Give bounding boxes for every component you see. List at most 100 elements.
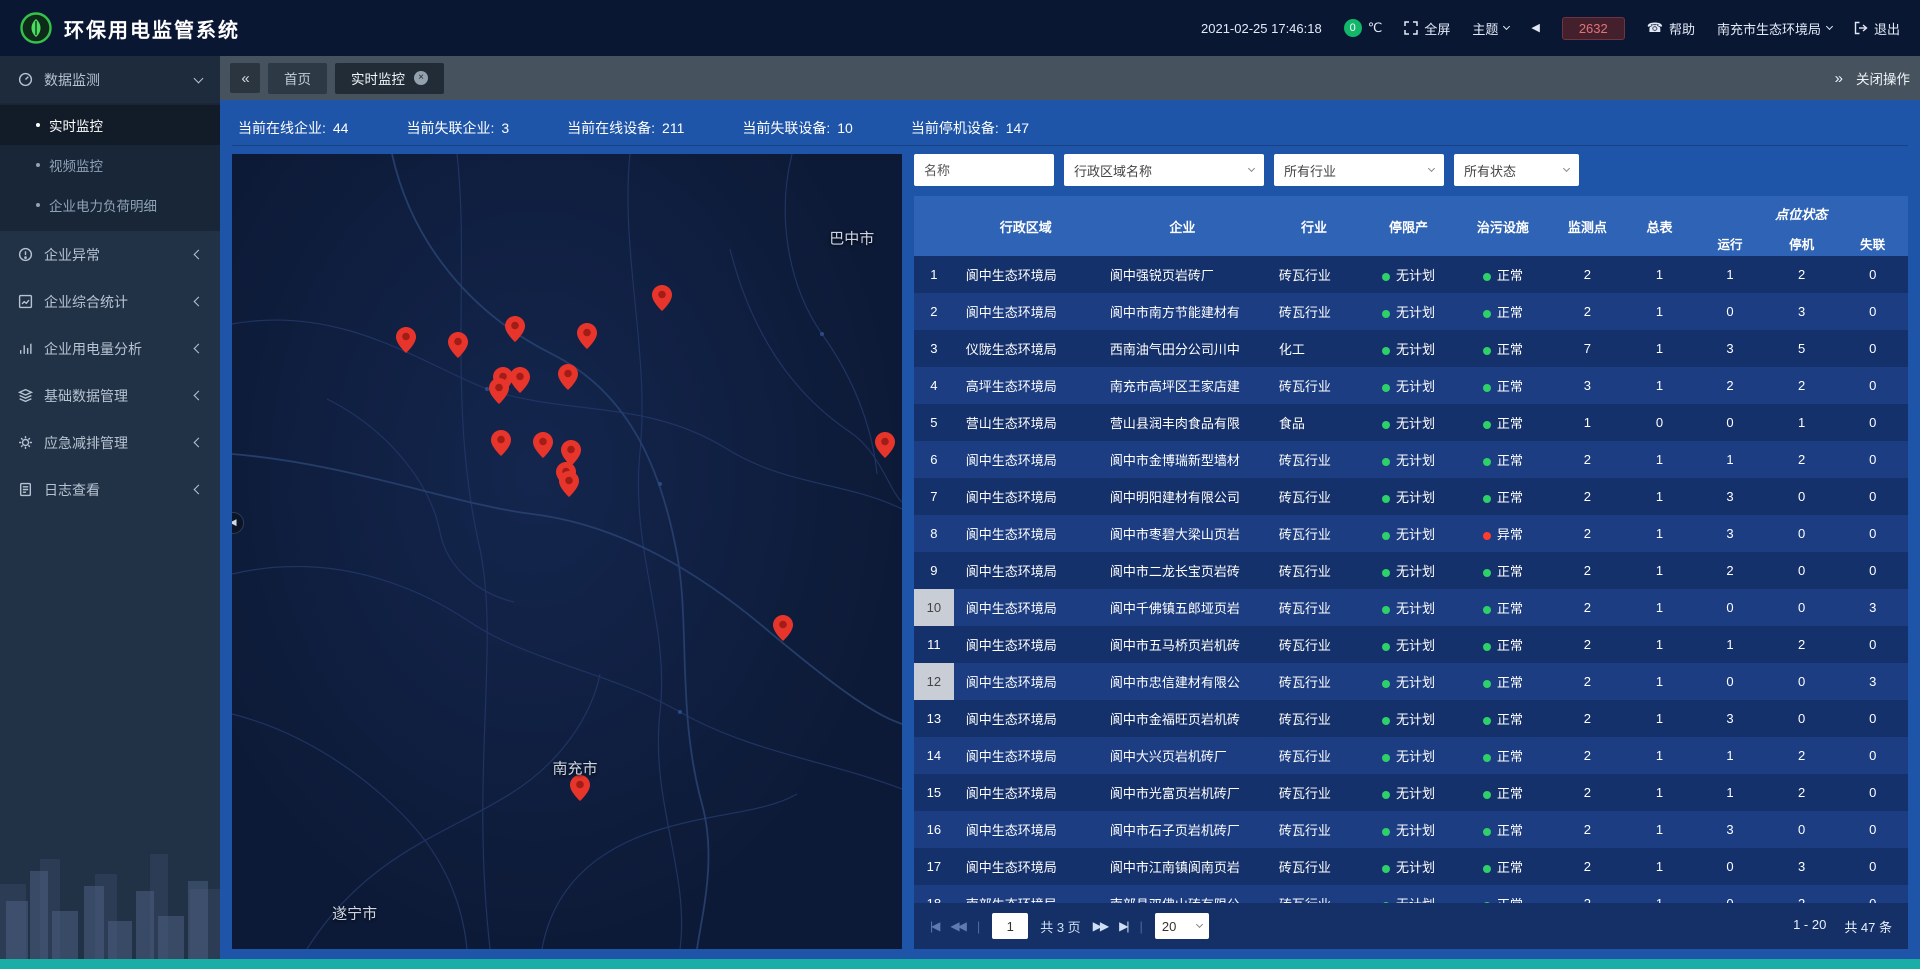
sidebar-nav: 数据监测 实时监控 视频监控 bbox=[0, 56, 220, 513]
table-row[interactable]: 12阆中生态环境局阆中市忠信建材有限公砖瓦行业无计划正常21003 bbox=[914, 663, 1908, 700]
industry-cell: 化工 bbox=[1267, 330, 1361, 367]
sidebar-item-log-view[interactable]: 日志查看 bbox=[0, 466, 220, 513]
sidebar-item-company-abnormal[interactable]: 企业异常 bbox=[0, 231, 220, 278]
map-pin-icon[interactable] bbox=[533, 432, 553, 458]
table-row[interactable]: 2阆中生态环境局阆中市南方节能建材有砖瓦行业无计划正常21030 bbox=[914, 293, 1908, 330]
table-row[interactable]: 14阆中生态环境局阆中大兴页岩机砖厂砖瓦行业无计划正常21120 bbox=[914, 737, 1908, 774]
sidebar-item-label: 应急减排管理 bbox=[44, 433, 184, 453]
map-pin-icon[interactable] bbox=[773, 615, 793, 641]
map-pin-icon[interactable] bbox=[559, 471, 579, 497]
company-cell: 阆中千佛镇五郎垭页岩 bbox=[1098, 589, 1267, 626]
stop-cell: 2 bbox=[1766, 256, 1838, 293]
tab-bar-right: » 关闭操作 bbox=[1835, 68, 1910, 88]
sidebar-item-company-statistics[interactable]: 企业综合统计 bbox=[0, 278, 220, 325]
status-dot-icon bbox=[1382, 495, 1390, 503]
table-row[interactable]: 6阆中生态环境局阆中市金博瑞新型墙材砖瓦行业无计划正常21120 bbox=[914, 441, 1908, 478]
theme-dropdown[interactable]: 主题 bbox=[1472, 19, 1509, 38]
company-cell: 阆中明阳建材有限公司 bbox=[1098, 478, 1267, 515]
tabs-scroll-left-button[interactable]: « bbox=[230, 63, 260, 93]
table-row[interactable]: 18南部生态环境局南部县双佛山砖有限公砖瓦行业无计划正常21020 bbox=[914, 885, 1908, 903]
company-cell: 营山县润丰肉食品有限 bbox=[1098, 404, 1267, 441]
sidebar-item-power-analysis[interactable]: 企业用电量分析 bbox=[0, 325, 220, 372]
run-cell: 1 bbox=[1694, 256, 1766, 293]
region-select[interactable]: 行政区域名称 bbox=[1064, 154, 1264, 186]
map-pin-icon[interactable] bbox=[652, 285, 672, 311]
map-pin-icon[interactable] bbox=[570, 775, 590, 801]
last-page-button[interactable]: ▶| bbox=[1119, 919, 1127, 933]
table-row[interactable]: 11阆中生态环境局阆中市五马桥页岩机砖砖瓦行业无计划正常21120 bbox=[914, 626, 1908, 663]
status-select[interactable]: 所有状态 bbox=[1454, 154, 1579, 186]
lost-cell: 0 bbox=[1837, 367, 1908, 404]
status-dot-icon bbox=[1483, 569, 1491, 577]
sidebar-subitem-power-load-detail[interactable]: 企业电力负荷明细 bbox=[0, 185, 220, 225]
tab-home[interactable]: 首页 bbox=[268, 63, 327, 94]
table-row[interactable]: 4高坪生态环境局南充市高坪区王家店建砖瓦行业无计划正常31220 bbox=[914, 367, 1908, 404]
close-icon[interactable]: × bbox=[414, 71, 428, 85]
status-dot-icon bbox=[1382, 754, 1390, 762]
industry-cell: 砖瓦行业 bbox=[1267, 885, 1361, 903]
stop-cell: 0 bbox=[1766, 552, 1838, 589]
table-row[interactable]: 17阆中生态环境局阆中市江南镇阆南页岩砖瓦行业无计划正常21030 bbox=[914, 848, 1908, 885]
sidebar-item-emergency-reduction[interactable]: 应急减排管理 bbox=[0, 419, 220, 466]
map-pin-icon[interactable] bbox=[558, 364, 578, 390]
table-row[interactable]: 15阆中生态环境局阆中市光富页岩机砖厂砖瓦行业无计划正常21120 bbox=[914, 774, 1908, 811]
page-number-input[interactable] bbox=[992, 913, 1028, 939]
help-button[interactable]: ☎ 帮助 bbox=[1647, 19, 1695, 38]
map-pin-icon[interactable] bbox=[448, 332, 468, 358]
row-index-cell: 15 bbox=[914, 774, 954, 811]
prev-page-button[interactable]: ◀◀ bbox=[950, 919, 964, 933]
meters-cell: 1 bbox=[1625, 663, 1695, 700]
map-pin-icon[interactable] bbox=[505, 316, 525, 342]
tab-realtime-monitoring[interactable]: 实时监控 × bbox=[335, 63, 444, 94]
notification-badge[interactable]: 2632 bbox=[1562, 17, 1625, 40]
map-pin-icon[interactable] bbox=[577, 323, 597, 349]
table-row[interactable]: 3仪陇生态环境局西南油气田分公司川中化工无计划正常71350 bbox=[914, 330, 1908, 367]
industry-select[interactable]: 所有行业 bbox=[1274, 154, 1444, 186]
status-dot-icon bbox=[1483, 643, 1491, 651]
industry-cell: 砖瓦行业 bbox=[1267, 515, 1361, 552]
row-index-cell: 5 bbox=[914, 404, 954, 441]
map-city-label: 遂宁市 bbox=[332, 903, 377, 924]
clipboard-chart-icon bbox=[18, 294, 33, 309]
name-search-input[interactable] bbox=[914, 154, 1054, 186]
sidebar-item-base-data[interactable]: 基础数据管理 bbox=[0, 372, 220, 419]
run-cell: 3 bbox=[1694, 811, 1766, 848]
fullscreen-button[interactable]: 全屏 bbox=[1404, 19, 1450, 38]
next-page-button[interactable]: ▶▶ bbox=[1093, 919, 1107, 933]
logout-button[interactable]: 退出 bbox=[1854, 19, 1900, 38]
first-page-button[interactable]: |◀ bbox=[930, 919, 938, 933]
header-limit: 停限产 bbox=[1361, 196, 1455, 256]
tabs-scroll-right-button[interactable]: » bbox=[1835, 70, 1842, 87]
header-index bbox=[914, 196, 954, 256]
map-pin-icon[interactable] bbox=[510, 367, 530, 393]
sidebar-subitem-realtime-monitoring[interactable]: 实时监控 bbox=[0, 105, 220, 145]
industry-cell: 砖瓦行业 bbox=[1267, 441, 1361, 478]
table-row[interactable]: 1阆中生态环境局阆中强锐页岩砖厂砖瓦行业无计划正常21120 bbox=[914, 256, 1908, 293]
company-cell: 阆中市石子页岩机砖厂 bbox=[1098, 811, 1267, 848]
header-points: 监测点 bbox=[1550, 196, 1625, 256]
sidebar-item-data-monitoring[interactable]: 数据监测 bbox=[0, 56, 220, 103]
map-pin-icon[interactable] bbox=[489, 378, 509, 404]
status-dot-icon bbox=[1382, 717, 1390, 725]
table-row[interactable]: 16阆中生态环境局阆中市石子页岩机砖厂砖瓦行业无计划正常21300 bbox=[914, 811, 1908, 848]
table-row[interactable]: 8阆中生态环境局阆中市枣碧大梁山页岩砖瓦行业无计划异常21300 bbox=[914, 515, 1908, 552]
company-cell: 阆中市五马桥页岩机砖 bbox=[1098, 626, 1267, 663]
map-canvas[interactable]: ◀ 巴中市南充市遂宁市 bbox=[232, 154, 902, 949]
org-dropdown[interactable]: 南充市生态环境局 bbox=[1717, 19, 1832, 38]
table-row[interactable]: 5营山生态环境局营山县润丰肉食品有限食品无计划正常10010 bbox=[914, 404, 1908, 441]
table-row[interactable]: 10阆中生态环境局阆中千佛镇五郎垭页岩砖瓦行业无计划正常21003 bbox=[914, 589, 1908, 626]
stop-cell: 2 bbox=[1766, 737, 1838, 774]
table-row[interactable]: 9阆中生态环境局阆中市二龙长宝页岩砖砖瓦行业无计划正常21200 bbox=[914, 552, 1908, 589]
map-pin-icon[interactable] bbox=[396, 327, 416, 353]
map-pin-icon[interactable] bbox=[491, 430, 511, 456]
collapse-left-icon[interactable]: ◀ bbox=[1531, 23, 1539, 34]
close-operations-button[interactable]: 关闭操作 bbox=[1856, 68, 1910, 88]
table-row[interactable]: 13阆中生态环境局阆中市金福旺页岩机砖砖瓦行业无计划正常21300 bbox=[914, 700, 1908, 737]
bullet-icon bbox=[36, 203, 40, 207]
map-pin-icon[interactable] bbox=[875, 432, 895, 458]
limit-cell: 无计划 bbox=[1361, 404, 1455, 441]
table-row[interactable]: 7阆中生态环境局阆中明阳建材有限公司砖瓦行业无计划正常21300 bbox=[914, 478, 1908, 515]
sidebar-subitem-video-monitoring[interactable]: 视频监控 bbox=[0, 145, 220, 185]
page-size-select[interactable]: 20 bbox=[1155, 913, 1209, 939]
company-cell: 阆中市二龙长宝页岩砖 bbox=[1098, 552, 1267, 589]
